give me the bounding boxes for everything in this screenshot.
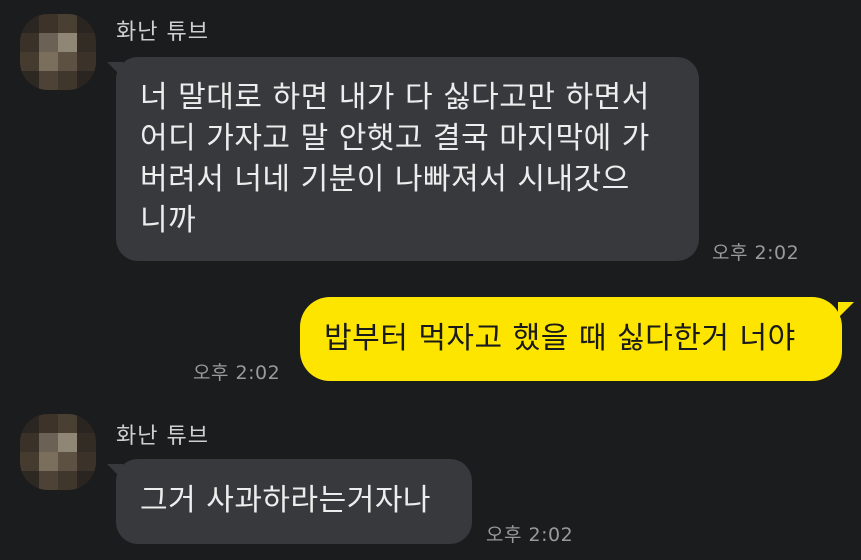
message-text-line: 그거 사과하라는거자나	[140, 483, 432, 518]
message-time: 오후 2:02	[712, 242, 800, 264]
bubble-tail	[838, 302, 854, 318]
message-text-line: 너 말대로 하면 내가 다 싫다고만 하면서	[140, 80, 650, 115]
sender-name: 화난 튜브	[116, 424, 209, 449]
message-bubble-incoming[interactable]: 너 말대로 하면 내가 다 싫다고만 하면서 어디 가자고 말 안햇고 결국 마…	[116, 57, 699, 261]
message-text-line: 버려서 너네 기분이 나빠져서 시내갓으	[140, 162, 630, 197]
message-text-line: 밥부터 먹자고 했을 때 싫다한거 너야	[324, 321, 796, 356]
message-text-line: 어디 가자고 말 안햇고 결국 마지막에 가	[140, 121, 650, 156]
sender-avatar[interactable]	[20, 414, 96, 490]
message-time: 오후 2:02	[486, 524, 574, 546]
chat-area: 화난 튜브 너 말대로 하면 내가 다 싫다고만 하면서 어디 가자고 말 안햇…	[0, 0, 861, 560]
message-bubble-outgoing[interactable]: 밥부터 먹자고 했을 때 싫다한거 너야	[300, 297, 842, 381]
message-text-line: 니까	[140, 203, 197, 238]
sender-avatar[interactable]	[20, 14, 96, 90]
sender-name: 화난 튜브	[116, 20, 209, 45]
message-time: 오후 2:02	[193, 362, 281, 384]
message-bubble-incoming[interactable]: 그거 사과하라는거자나	[116, 459, 472, 544]
